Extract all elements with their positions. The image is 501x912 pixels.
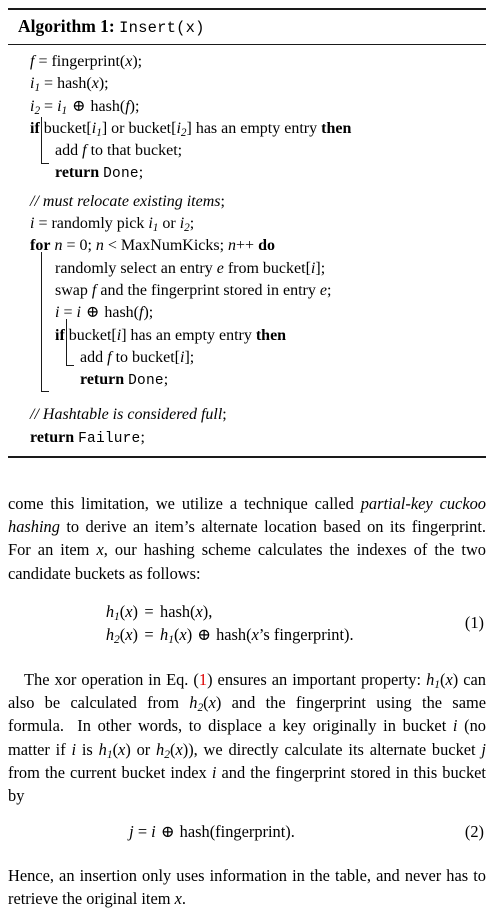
math-var-x: x — [96, 540, 104, 560]
paragraph-xor-property: The xor operation in Eq. (1) ensures an … — [8, 668, 486, 807]
algorithm-line: f = fingerprint(x); — [30, 53, 143, 70]
algorithm-line: add f to that bucket; — [55, 142, 183, 160]
paragraph-text: The xor operation in Eq. (1) ensures an … — [8, 670, 486, 806]
algorithm-line: i = randomly pick i1 or i2; — [30, 215, 195, 235]
algorithm-line: for n = 0; n < MaxNumKicks; n++ do — [30, 237, 275, 255]
algorithm-line: return Done; — [80, 371, 169, 390]
algorithm-line: if bucket[i1] or bucket[i2] has an empty… — [30, 119, 352, 140]
algorithm-line: swap f and the fingerprint stored in ent… — [55, 281, 332, 299]
emphasis-partial-key: partial-key cuckoo hashing — [8, 494, 486, 537]
algorithm-line: i1 = hash(x); — [30, 75, 109, 95]
paragraph-partial-key: come this limitation, we utilize a techn… — [8, 492, 486, 585]
paragraph-text: Hence, an insertion only uses informatio… — [8, 866, 486, 909]
paragraph-hence: Hence, an insertion only uses informatio… — [8, 864, 486, 910]
algorithm-comment-line: // must relocate existing items; — [30, 192, 225, 210]
equation-2-row-1: j = i ⊕ hash(fingerprint). (2) — [8, 820, 486, 843]
equation-2: j = i ⊕ hash(fingerprint). (2) — [8, 820, 486, 843]
algorithm-body: f = fingerprint(x); i1 = hash(x); i2 = i… — [8, 45, 486, 456]
algorithm-float: Algorithm 1: Insert(x) f = fingerprint(x… — [8, 8, 486, 459]
equation-1: h1(x) = hash(x), h2(x) = h1(x) ⊕ hash(x’s fi… — [8, 600, 486, 646]
equation-1-row-2: h2(x) = h1(x) ⊕ hash(x’s fingerprint). (1) — [105, 613, 484, 647]
equation-1-row-1: h1(x) = hash(x), — [105, 602, 213, 624]
algorithm-line: return Failure; — [30, 428, 145, 447]
algorithm-caption: Algorithm 1: Insert(x) — [8, 10, 486, 44]
equation-crossref-1[interactable]: 1 — [199, 670, 207, 689]
algorithm-line: add f to bucket[i]; — [80, 348, 195, 366]
algorithm-caption-signature: Insert(x) — [119, 19, 205, 37]
equation-2-number: (2) — [464, 822, 484, 841]
algorithm-caption-label: Algorithm 1: — [18, 16, 115, 36]
algorithm-line: if bucket[i] has an empty entry then — [55, 326, 287, 344]
math-var-x: x — [174, 889, 182, 909]
equation-1-number: (1) — [464, 613, 484, 633]
algorithm-line: i = i ⊕ hash(f); — [55, 304, 154, 322]
algorithm-line: randomly select an entry e from bucket[i… — [55, 259, 326, 277]
paragraph-text: come this limitation, we utilize a techn… — [8, 494, 486, 583]
algorithm-line: return Done; — [55, 164, 144, 183]
algorithm-bottom-rule — [8, 456, 486, 459]
algorithm-line: i2 = i1 ⊕ hash(f); — [30, 97, 140, 117]
algorithm-comment-line: // Hashtable is considered full; — [30, 406, 227, 424]
paper-page: Algorithm 1: Insert(x) f = fingerprint(x… — [0, 0, 501, 912]
